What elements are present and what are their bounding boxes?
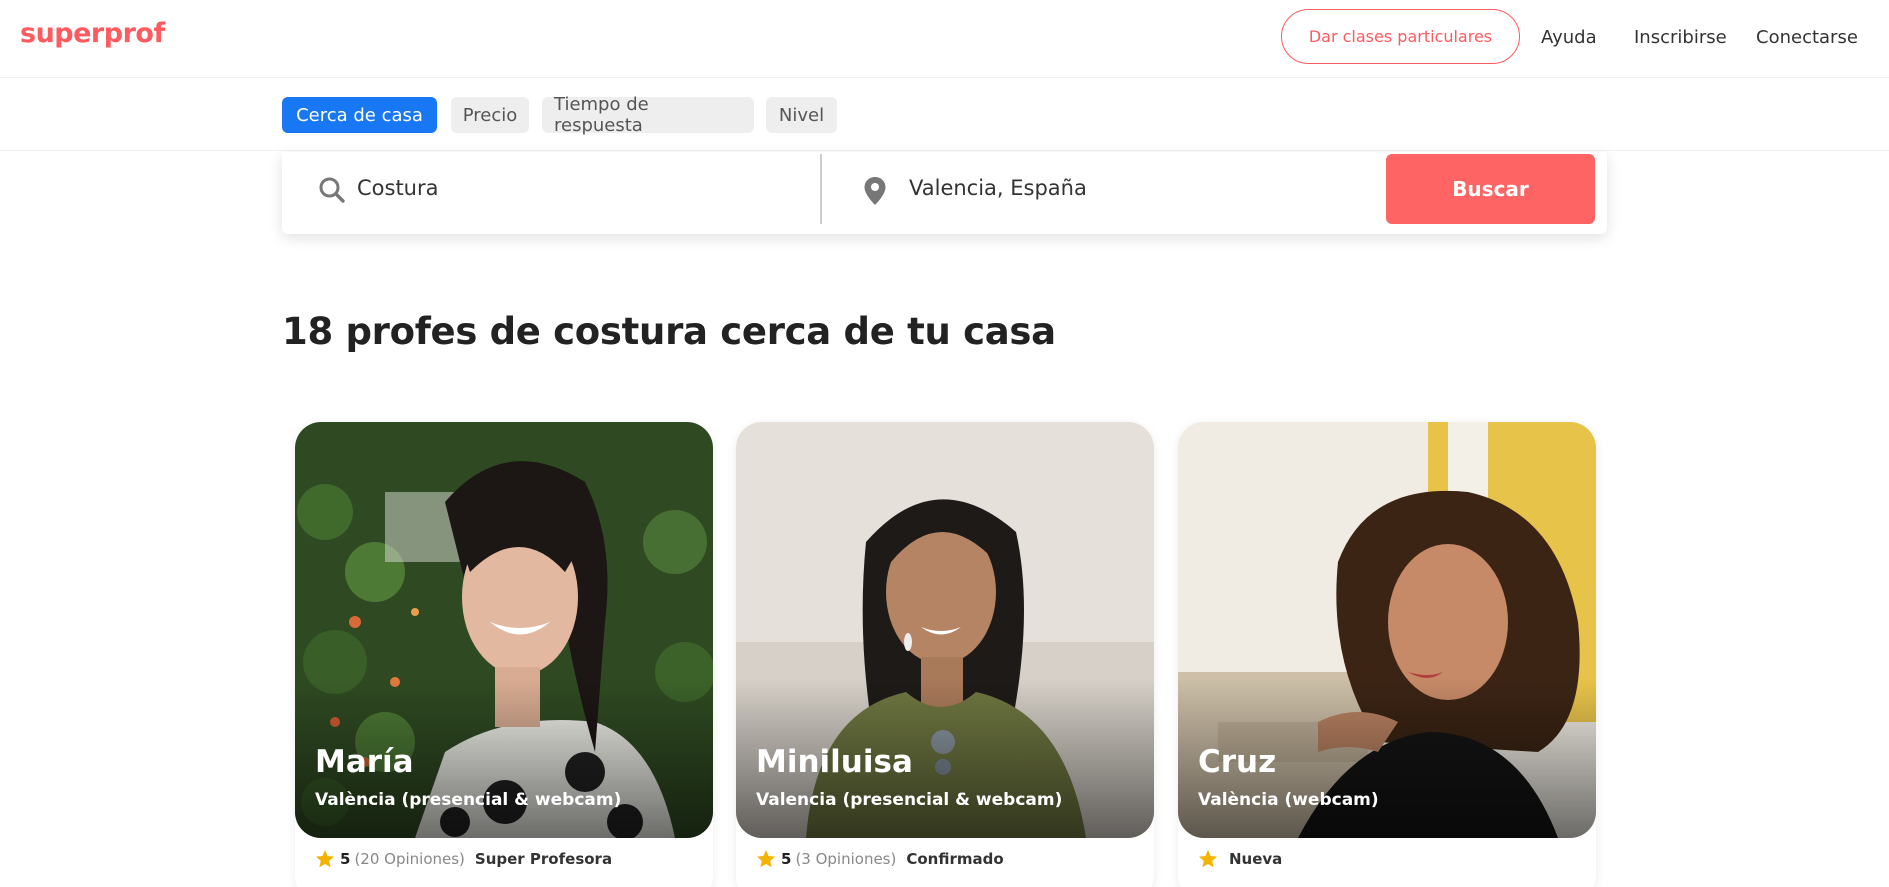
give-lessons-button[interactable]: Dar clases particulares	[1281, 9, 1520, 64]
teacher-card[interactable]: María València (presencial & webcam) 5 (…	[295, 422, 713, 887]
location-pin-icon	[864, 177, 886, 205]
review-count[interactable]: (20 Opiniones)	[354, 850, 464, 868]
results-heading: 18 profes de costura cerca de tu casa	[282, 310, 1056, 353]
filter-price[interactable]: Precio	[451, 97, 529, 133]
teacher-badge: Confirmado	[906, 850, 1004, 868]
rating-score: 5	[340, 850, 351, 868]
search-icon	[319, 177, 345, 203]
star-icon	[757, 850, 775, 868]
teacher-rating: 5 (20 Opiniones) Super Profesora	[315, 847, 612, 871]
teacher-photo[interactable]: María València (presencial & webcam)	[295, 422, 713, 838]
teacher-photo[interactable]: Cruz València (webcam)	[1178, 422, 1596, 838]
search-button[interactable]: Buscar	[1386, 154, 1595, 224]
filter-response-time[interactable]: Tiempo de respuesta	[542, 94, 754, 136]
login-link[interactable]: Conectarse	[1756, 27, 1858, 48]
rating-score: 5	[781, 850, 792, 868]
filter-level[interactable]: Nivel	[766, 97, 837, 133]
search-bar: Costura Valencia, España Buscar	[282, 152, 1607, 234]
teacher-name[interactable]: María	[315, 744, 414, 780]
subject-input[interactable]: Costura	[357, 176, 439, 200]
teacher-name[interactable]: Cruz	[1198, 744, 1276, 780]
teacher-rating: Nueva	[1198, 847, 1282, 871]
top-header: superprof Dar clases particulares Ayuda …	[0, 0, 1889, 78]
teacher-card[interactable]: Cruz València (webcam) Nueva	[1178, 422, 1596, 887]
review-count[interactable]: (3 Opiniones)	[795, 850, 896, 868]
teacher-rating: 5 (3 Opiniones) Confirmado	[756, 847, 1004, 871]
signup-link[interactable]: Inscribirse	[1634, 27, 1727, 48]
teacher-photo[interactable]: Miniluisa Valencia (presencial & webcam)	[736, 422, 1154, 838]
teacher-card[interactable]: Miniluisa Valencia (presencial & webcam)…	[736, 422, 1154, 887]
teacher-location: València (webcam)	[1198, 790, 1379, 810]
teacher-name[interactable]: Miniluisa	[756, 744, 913, 780]
star-icon	[316, 850, 334, 868]
search-divider	[820, 154, 822, 224]
filter-near-home[interactable]: Cerca de casa	[282, 97, 437, 133]
teacher-location: València (presencial & webcam)	[315, 790, 622, 810]
teacher-badge: Nueva	[1229, 850, 1283, 868]
superprof-logo[interactable]: superprof	[20, 18, 165, 49]
star-icon	[1199, 850, 1217, 868]
help-link[interactable]: Ayuda	[1541, 27, 1597, 48]
location-input[interactable]: Valencia, España	[909, 176, 1087, 200]
teacher-location: Valencia (presencial & webcam)	[756, 790, 1063, 810]
teacher-badge: Super Profesora	[474, 850, 613, 868]
filter-bar: Cerca de casa Precio Tiempo de respuesta…	[0, 79, 1889, 151]
